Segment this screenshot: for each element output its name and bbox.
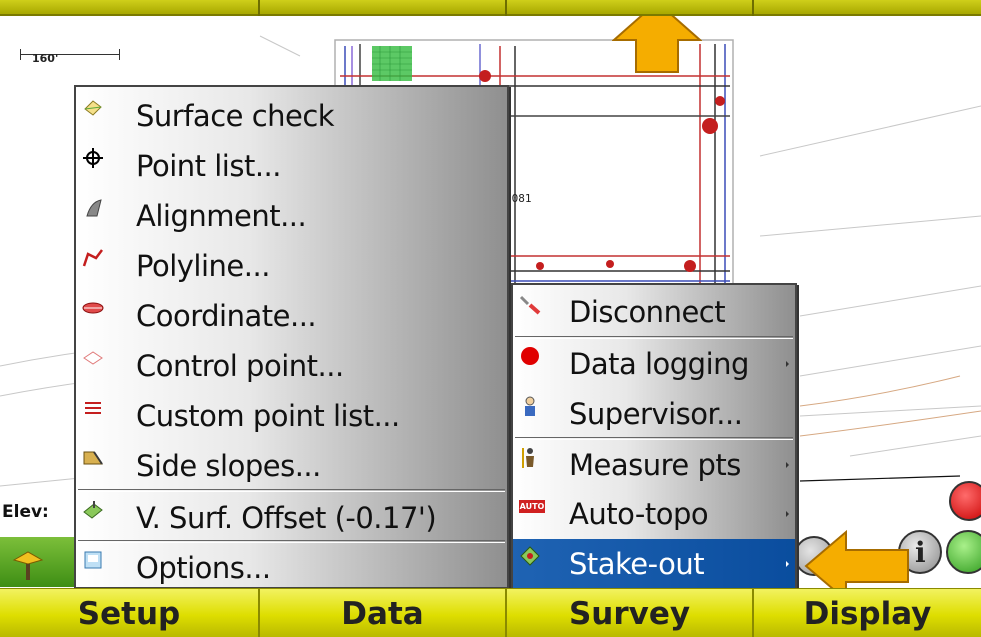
measure-icon: [519, 446, 541, 468]
toolbar-divider: [752, 0, 754, 16]
side-slopes-icon: [82, 447, 104, 469]
map-scale-label: 160': [32, 52, 59, 65]
menu-item-label: Polyline...: [136, 249, 270, 283]
menu-item-point-list[interactable]: Point list...: [76, 141, 507, 191]
submenu-arrow-icon: [786, 462, 789, 468]
submenu-arrow-icon: [786, 361, 789, 367]
tab-data[interactable]: Data: [260, 589, 505, 637]
menu-item-label: Options...: [136, 551, 271, 585]
bottom-menu-bar: Setup Data Survey Display: [0, 588, 981, 637]
data-dropdown-menu: Surface check Point list... Alignment...…: [74, 85, 509, 589]
menu-item-disconnect[interactable]: Disconnect: [513, 287, 795, 337]
menu-item-label: Auto-topo: [569, 497, 709, 531]
menu-item-data-logging[interactable]: Data logging: [513, 339, 795, 389]
menu-item-label: Alignment...: [136, 199, 307, 233]
menu-item-polyline[interactable]: Polyline...: [76, 241, 507, 291]
menu-item-side-slopes[interactable]: Side slopes...: [76, 441, 507, 491]
menu-item-label: Surface check: [136, 99, 335, 133]
crosshair-icon: [82, 147, 104, 169]
menu-item-label: Side slopes...: [136, 449, 321, 483]
menu-item-label: Supervisor...: [569, 397, 743, 431]
tab-survey[interactable]: Survey: [507, 589, 752, 637]
menu-item-label: Stake-out: [569, 547, 705, 581]
toolbar-divider: [505, 0, 507, 16]
menu-item-coordinate[interactable]: Coordinate...: [76, 291, 507, 341]
survey-dropdown-menu: Disconnect Data logging Supervisor... Me…: [511, 283, 797, 591]
menu-item-label: Measure pts: [569, 448, 741, 482]
menu-item-label: Point list...: [136, 149, 281, 183]
menu-item-label: V. Surf. Offset (-0.17'): [136, 501, 437, 535]
menu-item-label: Coordinate...: [136, 299, 317, 333]
tab-setup[interactable]: Setup: [0, 589, 258, 637]
menu-item-alignment[interactable]: Alignment...: [76, 191, 507, 241]
elevation-label: Elev:: [2, 502, 49, 522]
menu-item-auto-topo[interactable]: AUTO Auto-topo: [513, 489, 795, 539]
coordinate-icon: [82, 297, 104, 319]
alignment-icon: [82, 197, 104, 219]
control-point-icon: [82, 347, 104, 369]
menu-separator: [78, 489, 505, 492]
submenu-arrow-icon: [786, 561, 789, 567]
menu-item-label: Custom point list...: [136, 399, 400, 433]
surface-offset-icon: [82, 499, 104, 521]
menu-item-custom-point-list[interactable]: Custom point list...: [76, 391, 507, 441]
auto-icon: AUTO: [518, 499, 546, 513]
polyline-icon: [82, 247, 104, 269]
menu-item-vertical-surface-offset[interactable]: V. Surf. Offset (-0.17'): [76, 493, 507, 543]
stop-icon[interactable]: [949, 481, 981, 521]
custom-list-icon: [82, 397, 104, 419]
toolbar-divider: [258, 0, 260, 16]
menu-item-supervisor[interactable]: Supervisor...: [513, 389, 795, 439]
options-icon: [82, 549, 104, 571]
tab-display[interactable]: Display: [754, 589, 981, 637]
record-icon: [519, 345, 541, 367]
stakeout-icon: [519, 545, 541, 567]
submenu-arrow-icon: [786, 511, 789, 517]
menu-item-options[interactable]: Options...: [76, 543, 507, 593]
disconnect-icon: [519, 293, 541, 315]
surface-check-icon: [82, 97, 104, 119]
top-toolbar-strip: [0, 0, 981, 16]
menu-item-surface-check[interactable]: Surface check: [76, 91, 507, 141]
instrument-icon[interactable]: [8, 544, 48, 584]
callout-arrow-up-icon: [612, 16, 702, 73]
menu-item-stake-out[interactable]: Stake-out: [513, 539, 795, 589]
menu-item-label: Data logging: [569, 347, 749, 381]
menu-item-label: Control point...: [136, 349, 344, 383]
menu-item-control-point[interactable]: Control point...: [76, 341, 507, 391]
menu-item-measure-pts[interactable]: Measure pts: [513, 440, 795, 490]
supervisor-icon: [519, 395, 541, 417]
menu-item-label: Disconnect: [569, 295, 726, 329]
